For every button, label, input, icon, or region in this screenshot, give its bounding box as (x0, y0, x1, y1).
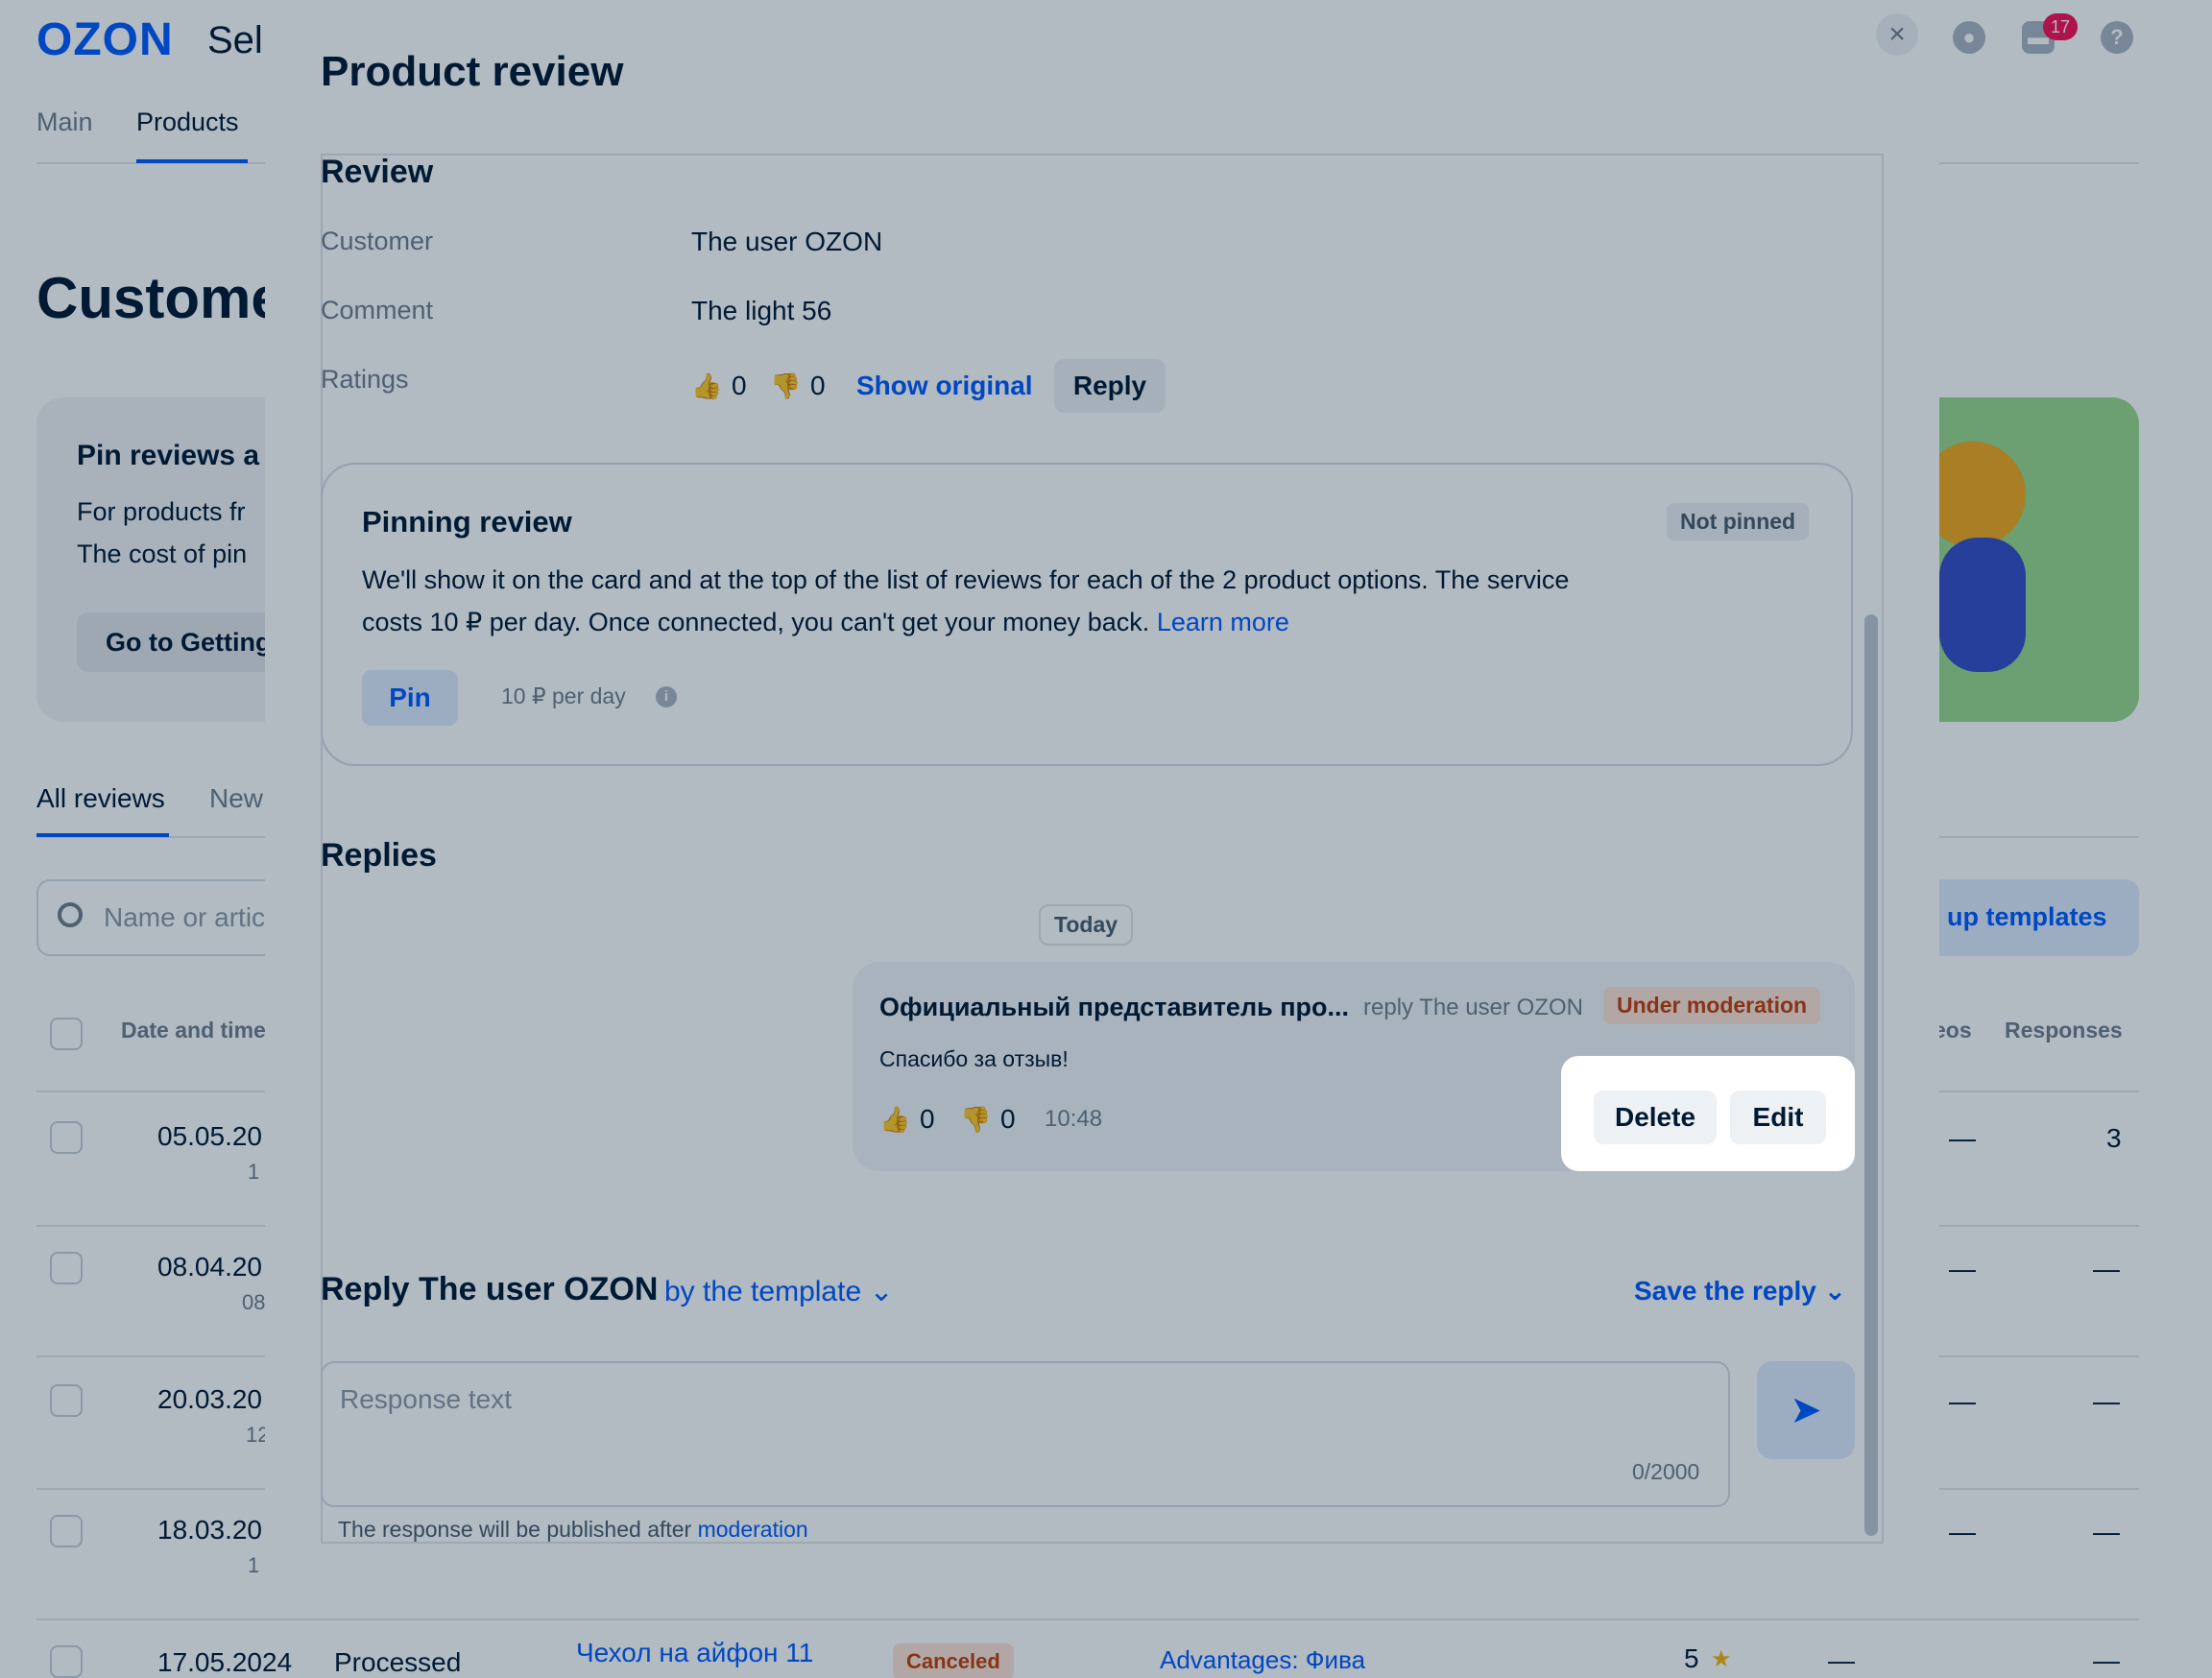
moderation-link[interactable]: moderation (698, 1517, 808, 1542)
thumbs-up-icon[interactable]: 👍 (691, 372, 722, 399)
thumbs-down-icon[interactable]: 👎 (960, 1106, 991, 1133)
reply-dislikes-count: 0 (1000, 1104, 1016, 1134)
pinning-title: Pinning review (362, 505, 572, 539)
response-textarea[interactable]: Response text (321, 1361, 1730, 1507)
close-icon[interactable]: × (1876, 13, 1918, 56)
date-divider: Today (1039, 904, 1134, 946)
char-counter: 0/2000 (1632, 1459, 1700, 1484)
replies-section-title: Replies (321, 837, 437, 874)
save-reply-dropdown[interactable]: Save the reply ⌄ (1634, 1275, 1846, 1306)
reply-author: Официальный представитель про... (879, 993, 1349, 1021)
reply-likes-count: 0 (920, 1104, 935, 1134)
moderation-status-badge: Under moderation (1603, 987, 1821, 1024)
send-icon[interactable]: ➤ (1757, 1361, 1855, 1459)
reply-time: 10:48 (1045, 1106, 1103, 1132)
reply-to: reply The user OZON (1363, 995, 1583, 1020)
pin-price: 10 ₽ per day (501, 683, 626, 708)
pin-status-badge: Not pinned (1667, 503, 1810, 540)
info-icon[interactable]: i (656, 686, 677, 707)
pinning-description: We'll show it on the card and at the top… (362, 565, 1570, 636)
pin-button[interactable]: Pin (362, 670, 458, 726)
by-template-dropdown[interactable]: by the template ⌄ (664, 1275, 894, 1308)
review-section-title: Review (321, 154, 434, 190)
dislikes-count: 0 (810, 371, 826, 400)
thumbs-down-icon[interactable]: 👎 (770, 372, 801, 399)
show-original-link[interactable]: Show original (856, 371, 1033, 401)
customer-value: The user OZON (691, 227, 883, 256)
chevron-down-icon: ⌄ (1823, 1276, 1847, 1306)
chevron-down-icon: ⌄ (869, 1276, 894, 1307)
edit-button[interactable]: Edit (1730, 1091, 1826, 1144)
likes-count: 0 (732, 371, 747, 400)
reply-button[interactable]: Reply (1054, 359, 1166, 413)
by-template-label: by the template (664, 1276, 862, 1307)
comment-label: Comment (321, 296, 434, 324)
ratings-label: Ratings (321, 365, 409, 394)
comment-value: The light 56 (691, 296, 832, 325)
modal-title: Product review (321, 48, 624, 95)
thumbs-up-icon[interactable]: 👍 (879, 1106, 910, 1133)
learn-more-link[interactable]: Learn more (1157, 608, 1289, 636)
moderation-note: The response will be published after mod… (338, 1517, 808, 1542)
customer-label: Customer (321, 227, 434, 255)
save-reply-label: Save the reply (1634, 1276, 1816, 1306)
scrollbar[interactable] (1864, 614, 1878, 1536)
delete-button[interactable]: Delete (1594, 1091, 1717, 1144)
compose-heading: Reply The user OZON (321, 1271, 659, 1307)
reply-text: Спасибо за отзыв! (879, 1046, 1069, 1071)
